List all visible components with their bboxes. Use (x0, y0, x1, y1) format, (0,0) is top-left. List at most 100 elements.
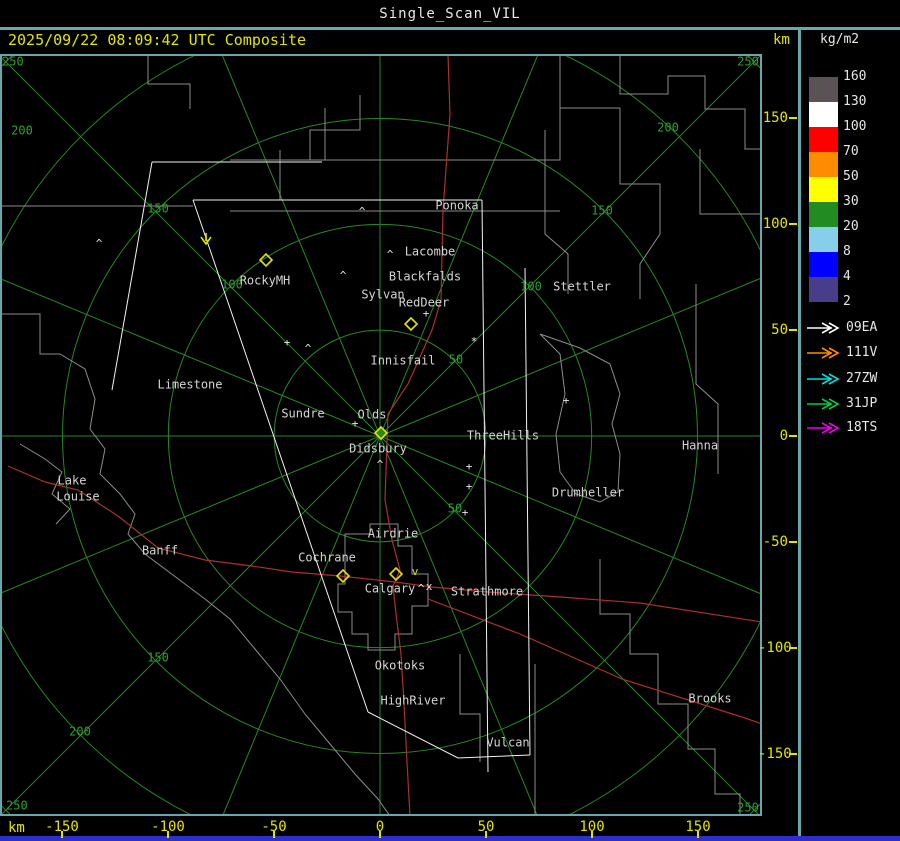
ring-distance-label: 100 (520, 280, 542, 294)
track-id-label: 111V (846, 345, 878, 360)
city-label: Airdrie (368, 527, 419, 541)
city-label: RockyMH (240, 274, 291, 288)
highway-line (291, 571, 760, 623)
right-axis-unit: km (773, 32, 790, 48)
county-boundary (539, 333, 621, 503)
ring-distance-label: 250 (737, 55, 759, 69)
city-label: Drumheller (552, 486, 624, 500)
storm-cell-mark: ^ (359, 205, 366, 218)
ring-distance-label: 200 (657, 121, 679, 135)
arrow-glyph (807, 373, 840, 385)
coverage-outline (111, 161, 153, 391)
map-canvas[interactable]: 2502001501002502001501005050150200250 250… (0, 54, 763, 817)
city-label: HighRiver (380, 694, 445, 708)
city-label: Brooks (688, 692, 731, 706)
right-axis-tick-mark (789, 647, 797, 649)
track-arrow-icon (807, 398, 840, 410)
scale-value-label: 2 (843, 294, 851, 309)
county-boundary (147, 56, 191, 109)
bottom-axis-tick-mark (379, 831, 381, 838)
arrow-glyph (807, 347, 840, 359)
scale-value-label: 30 (843, 194, 859, 209)
right-axis-tick-mark (789, 541, 797, 543)
city-label: Olds (358, 408, 387, 422)
county-boundary (544, 130, 569, 294)
scale-value-label: 4 (843, 269, 851, 284)
city-label: Hanna (682, 439, 718, 453)
legend-divider (798, 27, 801, 836)
ring-distance-label: 200 (69, 725, 91, 739)
storm-cell-mark: ^ (377, 458, 384, 471)
city-label: Louise (56, 490, 99, 504)
city-label: Calgary (365, 582, 416, 596)
scale-value-label: 130 (843, 94, 867, 109)
storm-cell-mark: x (426, 580, 433, 593)
scale-swatch (809, 77, 838, 102)
county-boundary (2, 313, 60, 355)
map-layers: 2502001501002502001501005050150200250 250… (2, 55, 760, 815)
scale-swatch (809, 252, 838, 277)
legend-unit-label: kg/m2 (820, 32, 860, 47)
city-label: Cochrane (298, 551, 356, 565)
track-id-label: 18TS (846, 420, 878, 435)
coverage-outline (524, 267, 531, 756)
storm-cell-mark: + (352, 417, 359, 430)
ring-distance-label: 50 (448, 502, 462, 516)
city-label: Didsbury (349, 442, 407, 456)
city-label: Banff (142, 544, 178, 558)
storm-cell-mark: + (423, 307, 430, 320)
ring-distance-label: 250 (737, 801, 759, 815)
right-axis-tick-label: -100 (758, 640, 792, 656)
scale-value-label: 20 (843, 219, 859, 234)
storm-cell-mark: + (563, 394, 570, 407)
scale-swatch (809, 277, 838, 302)
bottom-axis-tick-mark (697, 831, 699, 838)
storm-cell-mark: + (462, 506, 469, 519)
city-label: Stettler (553, 280, 611, 294)
right-axis-tick-label: 100 (762, 216, 788, 232)
arrow-glyph (807, 322, 840, 334)
city-label: Lacombe (405, 245, 456, 259)
city-label: Sundre (281, 407, 324, 421)
storm-cell-mark: ^ (340, 269, 347, 282)
storm-cell-mark: v (412, 565, 419, 578)
county-boundary (204, 598, 390, 814)
scale-swatch (809, 227, 838, 252)
storm-cell-mark: * (471, 335, 478, 348)
scan-timestamp: 2025/09/22 08:09:42 UTC Composite (8, 31, 307, 49)
radar-site-marker (403, 316, 419, 332)
city-label: Blackfalds (389, 270, 461, 284)
track-arrow-icon (807, 373, 840, 385)
scale-swatch (809, 102, 838, 127)
highway-line (384, 56, 451, 571)
track-arrow-icon (807, 322, 840, 334)
ring-distance-label: 150 (147, 651, 169, 665)
track-id-label: 31JP (846, 396, 878, 411)
scale-value-label: 70 (843, 144, 859, 159)
storm-track-arrow (200, 233, 212, 246)
city-label: Ponoka (435, 199, 478, 213)
city-label: ThreeHills (467, 429, 539, 443)
track-id-label: 27ZW (846, 371, 878, 386)
right-axis-tick-label: 50 (771, 322, 788, 338)
ring-distance-label: 150 (147, 202, 169, 216)
city-label: Vulcan (486, 736, 529, 750)
storm-cell-mark: + (284, 336, 291, 349)
scale-value-label: 8 (843, 244, 851, 259)
radar-app-window: Single_Scan_VIL 2025/09/22 08:09:42 UTC … (0, 0, 900, 841)
bottom-status-bar (0, 836, 900, 841)
scale-swatch (809, 127, 838, 152)
ring-distance-label: 50 (449, 353, 463, 367)
city-label: Limestone (157, 378, 222, 392)
right-axis-tick-label: 150 (762, 110, 788, 126)
city-label: Lake (58, 474, 87, 488)
storm-cell-mark: ^ (305, 342, 312, 355)
top-divider (0, 27, 900, 30)
county-boundary (619, 56, 760, 150)
bottom-axis-tick-mark (485, 831, 487, 838)
right-axis-tick-label: -150 (758, 746, 792, 762)
county-boundary (699, 149, 760, 215)
right-axis-tick-mark (789, 753, 797, 755)
scale-value-label: 100 (843, 119, 867, 134)
ring-distance-label: 250 (2, 55, 24, 69)
